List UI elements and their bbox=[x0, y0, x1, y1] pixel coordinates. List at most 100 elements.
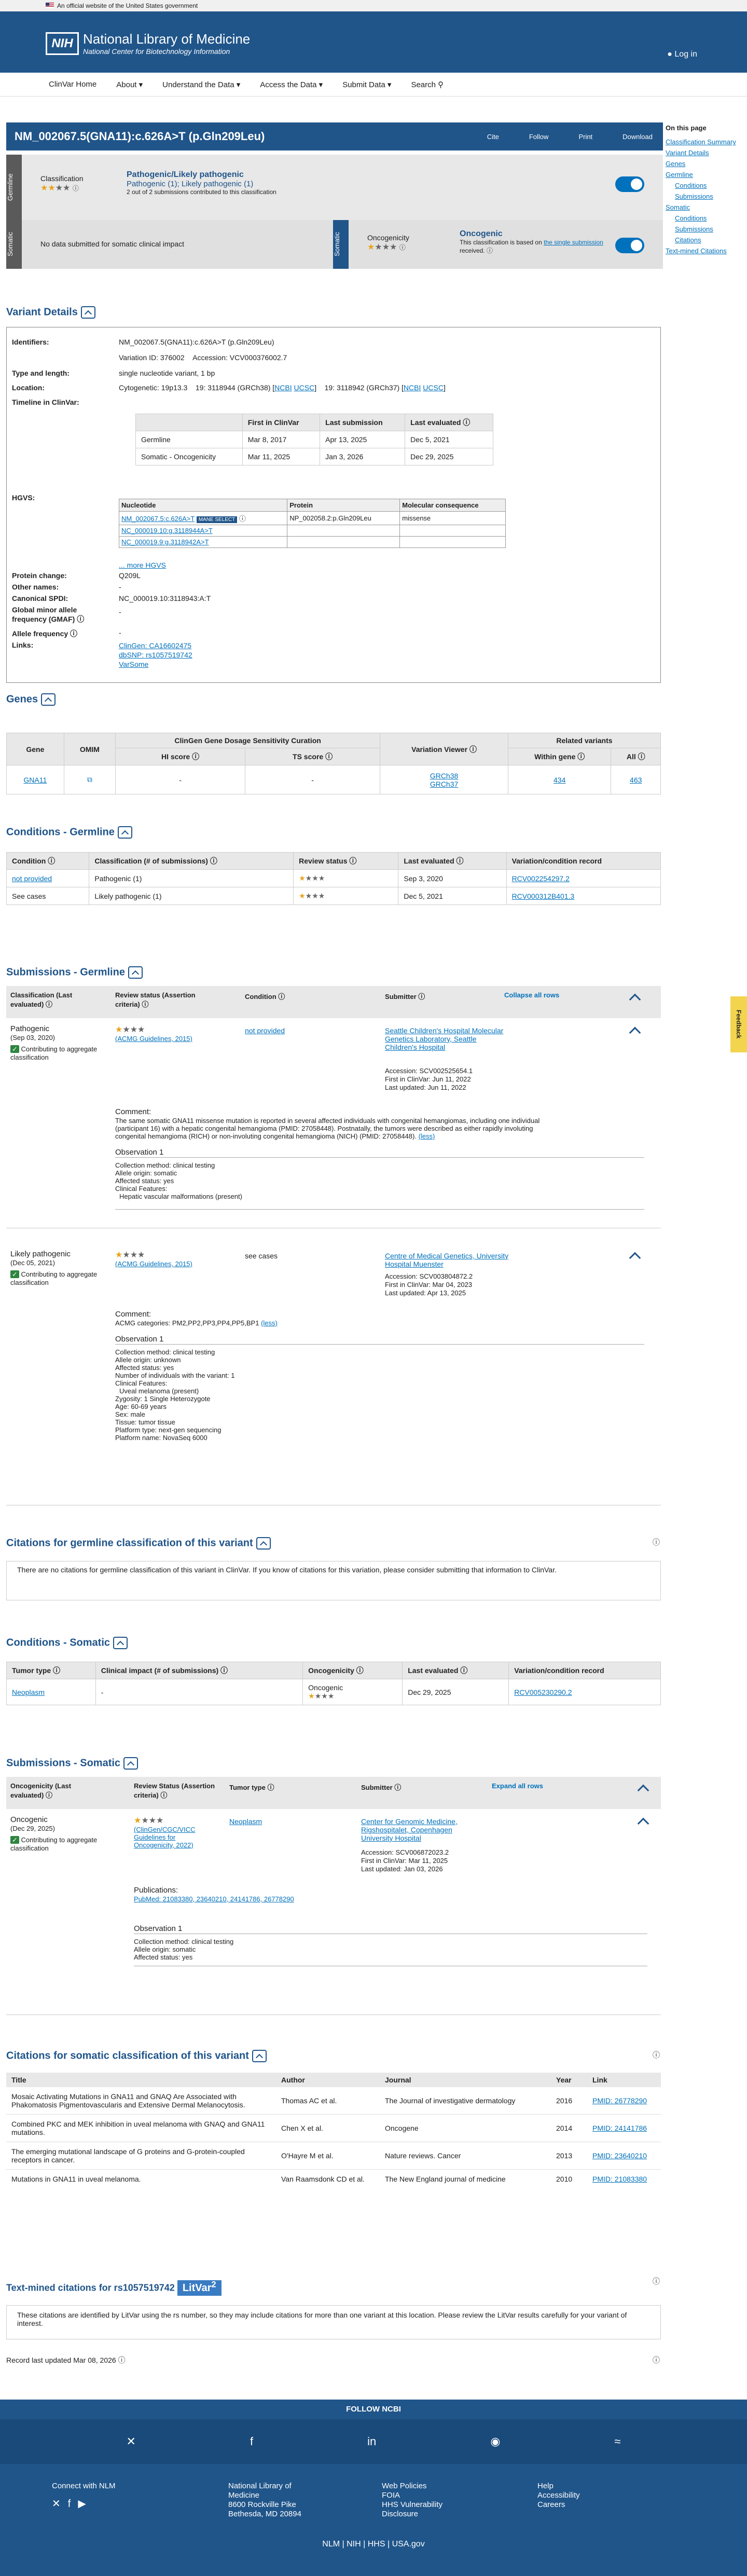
nav-about[interactable]: About ▾ bbox=[116, 80, 143, 89]
rcv-link[interactable]: RCV000312B401.3 bbox=[512, 892, 575, 900]
single-submission-link[interactable]: the single submission bbox=[544, 239, 603, 246]
footer-link[interactable]: FOIA bbox=[382, 2491, 442, 2500]
vv-grch37-link[interactable]: GRCh37 bbox=[430, 780, 458, 788]
toc-somatic[interactable]: Somatic bbox=[666, 203, 690, 211]
toc-germline-submissions[interactable]: Submissions bbox=[675, 193, 713, 200]
github-icon[interactable]: ◉ bbox=[490, 2435, 500, 2448]
hgvs-nc38-link[interactable]: NC_000019.10:g.3118944A>T bbox=[121, 527, 213, 535]
pmid-link[interactable]: PMID: 23640210 bbox=[592, 2152, 647, 2160]
external-link-icon[interactable]: ⧉ bbox=[87, 775, 92, 784]
clingen-link[interactable]: ClinGen: CA16602475 bbox=[119, 641, 191, 650]
collapse-conditions-somatic-button[interactable] bbox=[113, 1637, 128, 1649]
cite-button[interactable]: Cite bbox=[487, 133, 499, 141]
chevron-up-icon[interactable] bbox=[629, 993, 641, 1006]
footer-link[interactable]: Accessibility bbox=[537, 2491, 580, 2500]
collapse-citations-somatic-button[interactable] bbox=[252, 2050, 267, 2062]
pmid-link[interactable]: PMID: 21083380 bbox=[592, 2175, 647, 2183]
litvar-badge[interactable]: LitVar2 bbox=[177, 2279, 222, 2296]
print-button[interactable]: Print bbox=[578, 133, 592, 141]
toc-citations[interactable]: Citations bbox=[675, 236, 701, 244]
feedback-tab[interactable]: Feedback bbox=[730, 996, 747, 1052]
nav-access[interactable]: Access the Data ▾ bbox=[260, 80, 323, 89]
download-button[interactable]: Download bbox=[622, 133, 653, 141]
submitter-link[interactable]: Centre of Medical Genetics, University H… bbox=[385, 1252, 508, 1268]
hgvs-nm-link[interactable]: NM_002067.5:c.626A>T bbox=[121, 515, 195, 523]
nlm-link[interactable]: NLM bbox=[322, 2540, 340, 2548]
pubmed-links[interactable]: PubMed: 21083380, 23640210, 24141786, 26… bbox=[134, 1895, 294, 1903]
nav-clinvar-home[interactable]: ClinVar Home bbox=[49, 80, 96, 89]
youtube-icon[interactable]: ▶ bbox=[78, 2498, 93, 2510]
rss-icon[interactable]: ≈ bbox=[614, 2435, 620, 2448]
collapse-conditions-germline-button[interactable] bbox=[117, 826, 132, 839]
toc-somatic-submissions[interactable]: Submissions bbox=[675, 225, 713, 233]
x-icon[interactable]: ✕ bbox=[52, 2498, 68, 2510]
tumor-type-link[interactable]: Neoplasm bbox=[229, 1817, 262, 1826]
login-button[interactable]: ● Log in bbox=[667, 50, 697, 59]
nih-logo[interactable]: NIH National Library of Medicine Nationa… bbox=[46, 31, 250, 56]
collapse-submissions-germline-button[interactable] bbox=[128, 966, 143, 979]
info-icon[interactable]: ⓘ bbox=[653, 2355, 660, 2365]
ucsc-link-37[interactable]: UCSC bbox=[423, 383, 444, 392]
nav-submit[interactable]: Submit Data ▾ bbox=[342, 80, 391, 89]
info-icon[interactable]: ⓘ bbox=[653, 1537, 660, 1547]
ucsc-link-38[interactable]: UCSC bbox=[294, 383, 315, 392]
somatic-toggle[interactable] bbox=[615, 238, 644, 253]
info-icon[interactable]: ⓘ bbox=[653, 2276, 660, 2286]
rcv-link[interactable]: RCV005230290.2 bbox=[514, 1688, 572, 1696]
chevron-up-icon[interactable] bbox=[637, 1817, 649, 1830]
less-link[interactable]: (less) bbox=[261, 1319, 278, 1327]
tumor-type-link[interactable]: Neoplasm bbox=[12, 1688, 45, 1696]
toc-genes[interactable]: Genes bbox=[666, 160, 685, 168]
ncbi-link-38[interactable]: NCBI bbox=[274, 383, 292, 392]
nih-link[interactable]: NIH bbox=[347, 2540, 361, 2548]
info-icon[interactable]: ⓘ bbox=[653, 2050, 660, 2060]
criteria-link[interactable]: (ACMG Guidelines, 2015) bbox=[115, 1035, 192, 1043]
submitter-link[interactable]: Center for Genomic Medicine, Rigshospita… bbox=[361, 1817, 458, 1842]
pmid-link[interactable]: PMID: 24141786 bbox=[592, 2124, 647, 2132]
within-gene-link[interactable]: 434 bbox=[554, 776, 565, 784]
collapse-submissions-somatic-button[interactable] bbox=[123, 1757, 139, 1770]
toc-germline[interactable]: Germline bbox=[666, 171, 693, 179]
less-link[interactable]: (less) bbox=[419, 1132, 435, 1140]
toc-variant-details[interactable]: Variant Details bbox=[666, 149, 709, 157]
criteria-link[interactable]: (ACMG Guidelines, 2015) bbox=[115, 1260, 192, 1268]
condition-link[interactable]: not provided bbox=[12, 874, 52, 883]
chevron-up-icon[interactable] bbox=[629, 1026, 641, 1039]
vv-grch38-link[interactable]: GRCh38 bbox=[430, 772, 458, 780]
collapse-citations-germline-button[interactable] bbox=[256, 1537, 271, 1550]
facebook-icon[interactable]: f bbox=[68, 2498, 78, 2510]
rcv-link[interactable]: RCV002254297.2 bbox=[512, 874, 570, 883]
linkedin-icon[interactable]: in bbox=[367, 2435, 376, 2448]
all-variants-link[interactable]: 463 bbox=[630, 776, 642, 784]
submitter-link[interactable]: Seattle Children's Hospital Molecular Ge… bbox=[385, 1026, 503, 1051]
condition-link[interactable]: not provided bbox=[245, 1026, 285, 1035]
more-hgvs-link[interactable]: ... more HGVS bbox=[119, 561, 166, 569]
germline-toggle[interactable] bbox=[615, 176, 644, 192]
facebook-icon[interactable]: f bbox=[250, 2435, 253, 2448]
footer-link[interactable]: Web Policies bbox=[382, 2482, 442, 2491]
footer-link[interactable]: HHS Vulnerability bbox=[382, 2500, 442, 2510]
toc-classification-summary[interactable]: Classification Summary bbox=[666, 138, 736, 146]
chevron-up-icon[interactable] bbox=[637, 1784, 649, 1797]
toc-text-mined[interactable]: Text-mined Citations bbox=[666, 247, 727, 255]
ncbi-link-37[interactable]: NCBI bbox=[404, 383, 421, 392]
chevron-up-icon[interactable] bbox=[629, 1252, 641, 1264]
usagov-link[interactable]: USA.gov bbox=[392, 2540, 425, 2548]
x-icon[interactable]: ✕ bbox=[127, 2435, 136, 2448]
footer-link[interactable]: Careers bbox=[537, 2500, 580, 2510]
nav-understand[interactable]: Understand the Data ▾ bbox=[162, 80, 240, 89]
gene-link[interactable]: GNA11 bbox=[23, 776, 47, 784]
collapse-variant-details-button[interactable] bbox=[80, 306, 95, 319]
nav-search[interactable]: Search ⚲ bbox=[411, 80, 444, 89]
collapse-genes-button[interactable] bbox=[41, 693, 56, 706]
varsome-link[interactable]: VarSome bbox=[119, 660, 148, 668]
collapse-all-rows-link[interactable]: Collapse all rows bbox=[504, 991, 559, 999]
hhs-link[interactable]: HHS bbox=[368, 2540, 385, 2548]
footer-link[interactable]: Disclosure bbox=[382, 2510, 442, 2519]
toc-germline-conditions[interactable]: Conditions bbox=[675, 182, 707, 189]
pmid-link[interactable]: PMID: 26778290 bbox=[592, 2097, 647, 2105]
criteria-link[interactable]: (ClinGen/CGC/VICC Guidelines for Oncogen… bbox=[134, 1826, 195, 1849]
expand-all-rows-link[interactable]: Expand all rows bbox=[492, 1782, 543, 1790]
follow-button[interactable]: Follow bbox=[529, 133, 549, 141]
hgvs-nc37-link[interactable]: NC_000019.9:g.3118942A>T bbox=[121, 538, 209, 546]
